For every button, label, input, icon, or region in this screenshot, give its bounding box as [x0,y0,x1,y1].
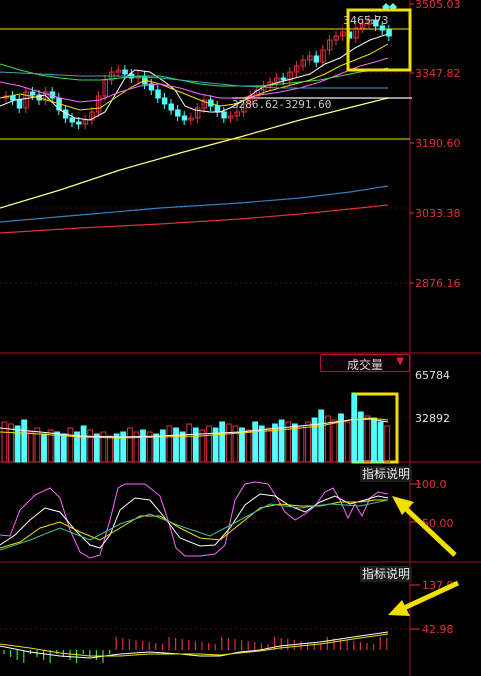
volume-bar [206,425,212,463]
volume-bar [140,429,146,463]
price-range-label: 3286.62-3291.60 [232,98,331,111]
candle-body [10,95,16,101]
volume-bar [14,425,21,463]
volume-bar [153,433,160,463]
price-reference-lines [0,28,412,140]
kdj-k-line [0,493,389,549]
volume-bar [225,423,232,463]
candle-body [122,69,128,75]
candle-body [175,109,181,117]
volume-bar [54,431,61,463]
price-tick-label: 3190.60 [415,137,461,150]
volume-bar [305,421,311,463]
volume-bar [192,427,199,463]
volume-bar [265,427,272,463]
kdj-cyan-line [0,499,389,551]
volume-indicator-label: 成交量 [347,358,384,372]
long-ma-blue [0,185,389,223]
volume-bar [331,419,338,463]
volume-bars [1,393,391,463]
volume-bar [173,427,179,463]
volume-bar [278,419,285,463]
price-tick-label: 3033.38 [415,207,461,220]
macd-dea-line [0,633,389,657]
macd-explain-button[interactable]: 指标说明 [360,566,413,582]
volume-bar [34,427,41,463]
price-tick-label: 2876.16 [415,277,461,290]
volume-bar [252,421,259,463]
volume-bar [291,423,298,463]
volume-bar [166,425,173,463]
volume-bar [27,431,34,463]
price-tick-label: 3505.03 [415,0,461,11]
volume-bar [80,425,87,463]
candle-body [155,89,161,99]
chevron-down-icon: ▼ [396,356,404,367]
volume-bar [371,417,377,463]
volume-bar [199,429,206,463]
long-ma-lines [0,97,389,234]
volume-bar [285,421,292,463]
volume-indicator-dropdown[interactable]: 成交量 ▼ [320,354,410,372]
volume-bar [186,423,193,463]
macd-lines [0,631,389,659]
candle-body [168,103,174,111]
kdj-d-line [0,499,388,549]
candle-body [214,105,221,113]
volume-bar [364,415,371,463]
volume-bar [219,421,226,463]
candle-body [161,97,168,105]
volume-bar [67,427,74,463]
volume-bar [344,421,351,463]
kdj-explain-button[interactable]: 指标说明 [360,466,413,482]
kdj-j-line [0,481,389,559]
volume-bar [351,393,358,463]
volume-bar [377,421,384,463]
volume-bar [159,429,166,463]
candle-body [313,55,320,63]
ma-magenta [0,57,389,103]
volume-bar [87,429,94,463]
macd-tick-label: 42.98 [422,623,454,636]
candle-body [386,29,392,37]
volume-bar [107,435,113,463]
kdj-lines [0,481,389,559]
volume-bar [60,433,67,463]
volume-bar [232,425,239,463]
volume-bar [41,433,47,463]
volume-bar [318,409,325,463]
volume-bar [126,427,133,463]
candle-body [29,91,36,96]
volume-tick-label: 32892 [415,412,450,425]
price-tick-label: 3347.82 [415,67,461,80]
candle-body [76,121,82,125]
volume-bar [21,419,28,463]
volume-bar [384,425,391,463]
long-ma-yellow [0,97,389,209]
volume-bar [245,429,252,463]
long-ma-red [0,204,389,234]
volume-axis: 65784 32892 [415,369,450,425]
candle-body [221,111,227,119]
volume-bar [298,425,305,463]
candle-body [69,117,75,123]
candle-body [181,115,188,121]
candle-body [16,99,23,109]
volume-bar [93,433,100,463]
ma-cyan [0,71,388,89]
price-high-label: 3465.73 [343,14,389,27]
volume-tick-label: 65784 [415,369,450,382]
price-axis: 3505.03 3347.82 3190.60 3033.38 2876.16 [410,0,461,290]
volume-bar [272,423,278,463]
candle-body [280,77,287,81]
